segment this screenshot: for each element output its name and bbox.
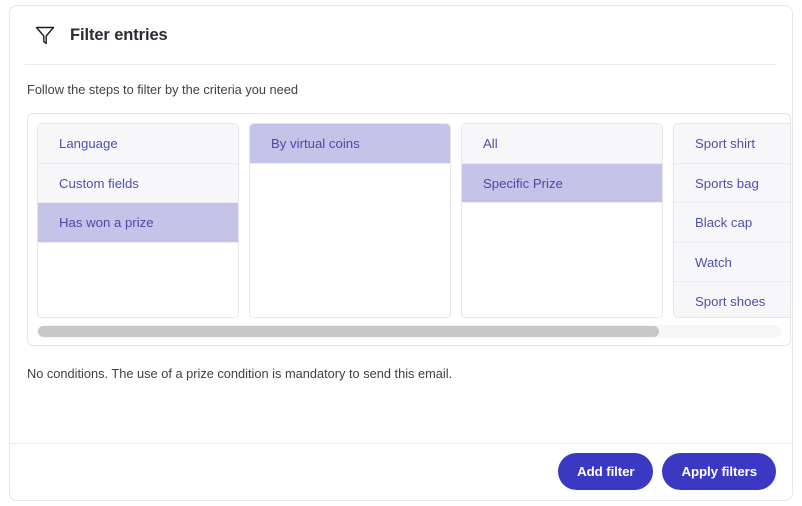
conditions-note: No conditions. The use of a prize condit…: [27, 366, 453, 381]
horizontal-scrollbar-thumb[interactable]: [38, 326, 660, 337]
filter-entries-card: Filter entries Follow the steps to filte…: [9, 5, 793, 501]
list-item[interactable]: Black cap: [674, 203, 790, 243]
list-item[interactable]: By virtual coins: [250, 124, 450, 164]
criteria-column[interactable]: Language Custom fields Has won a prize: [37, 123, 239, 318]
list-item[interactable]: Custom fields: [38, 163, 238, 203]
horizontal-scrollbar[interactable]: [37, 325, 781, 338]
filter-columns-panel: Language Custom fields Has won a prize B…: [27, 113, 791, 346]
apply-filters-button[interactable]: Apply filters: [662, 453, 776, 490]
prize-type-column[interactable]: By virtual coins: [249, 123, 451, 318]
add-filter-button[interactable]: Add filter: [558, 453, 654, 490]
prize-list-column[interactable]: Sport shirt Sports bag Black cap Watch S…: [673, 123, 790, 318]
prize-scope-column[interactable]: All Specific Prize: [461, 123, 663, 318]
list-item[interactable]: Language: [38, 124, 238, 164]
card-header: Filter entries: [10, 6, 792, 64]
filter-columns-scroller[interactable]: Language Custom fields Has won a prize B…: [28, 114, 790, 318]
list-item[interactable]: Sports bag: [674, 163, 790, 203]
instruction-text: Follow the steps to filter by the criter…: [27, 82, 299, 97]
list-item[interactable]: Has won a prize: [38, 203, 238, 243]
list-item[interactable]: Sport shirt: [674, 124, 790, 164]
funnel-icon: [35, 26, 55, 45]
list-item[interactable]: Watch: [674, 242, 790, 282]
footer-divider: [10, 443, 792, 444]
list-item[interactable]: Sport shoes: [674, 282, 790, 317]
list-item[interactable]: Specific Prize: [462, 163, 662, 203]
list-item[interactable]: All: [462, 124, 662, 164]
footer-actions: Add filter Apply filters: [558, 453, 776, 490]
page-title: Filter entries: [70, 25, 168, 44]
